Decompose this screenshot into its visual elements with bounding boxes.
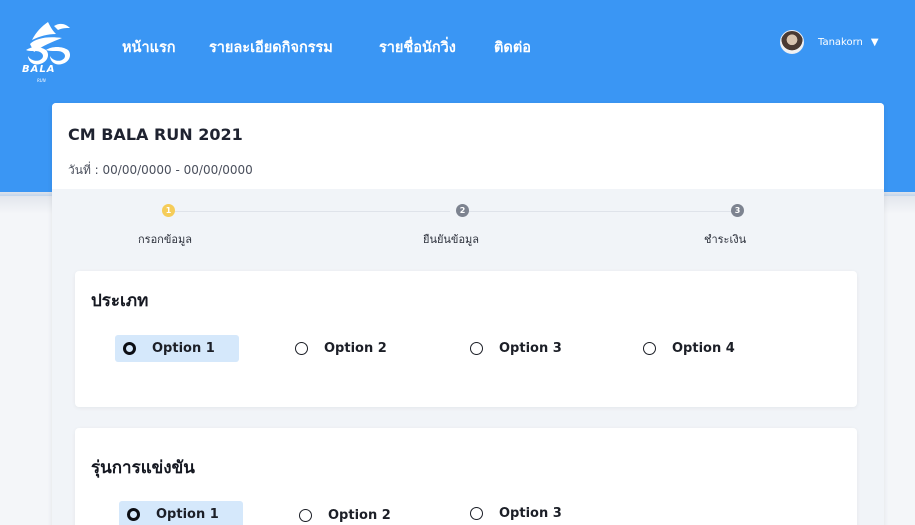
option-label: Option 3 [499,341,562,356]
nav-runner-list[interactable]: รายชื่อนักวิ่ง [379,36,456,59]
division-option-3[interactable]: Option 3 [462,500,570,525]
section-title: รุ่นการแข่งขัน [91,458,195,478]
step-3-label: ชำระเงิน [704,233,747,246]
option-label: Option 1 [156,507,219,522]
user-menu[interactable]: Tanakorn ▼ [780,30,879,54]
division-option-1[interactable]: Option 1 [119,501,243,525]
nav-event-details[interactable]: รายละเอียดกิจกรรม [209,36,333,59]
caret-down-icon[interactable]: ▼ [871,37,879,48]
step-2-label: ยืนยันข้อมูล [423,233,480,246]
radio-icon[interactable] [470,507,483,520]
category-option-4[interactable]: Option 4 [635,335,743,362]
event-header: CM BALA RUN 2021 วันที่ : 00/00/0000 - 0… [52,103,884,189]
category-option-1[interactable]: Option 1 [115,335,239,362]
category-option-3[interactable]: Option 3 [462,335,570,362]
section-title: ประเภท [91,291,149,311]
logo-text: BALA [22,64,56,75]
option-label: Option 2 [324,341,387,356]
division-option-2[interactable]: Option 2 [291,502,399,525]
option-label: Option 4 [672,341,735,356]
step-1-label: กรอกข้อมูล [138,233,192,246]
step-connector [170,211,450,212]
nav-contact[interactable]: ติดต่อ [494,36,531,59]
progress-stepper: 1 กรอกข้อมูล 2 ยืนยันข้อมูล 3 ชำระเงิน [52,203,884,253]
option-label: Option 2 [328,508,391,523]
radio-icon[interactable] [295,342,308,355]
nav-home[interactable]: หน้าแรก [122,36,176,59]
step-1-icon: 1 [162,204,175,217]
option-label: Option 3 [499,506,562,521]
bala-run-logo-icon[interactable] [18,16,78,86]
event-date: วันที่ : 00/00/0000 - 00/00/0000 [68,163,253,177]
radio-icon[interactable] [299,509,312,522]
division-section: รุ่นการแข่งขัน Option 1 Option 2 Option … [75,428,857,525]
radio-icon[interactable] [470,342,483,355]
user-name: Tanakorn [818,36,863,48]
category-section: ประเภท Option 1 Option 2 Option 3 Option… [75,271,857,407]
radio-checked-icon[interactable] [123,342,136,355]
step-2-icon: 2 [456,204,469,217]
category-option-2[interactable]: Option 2 [287,335,395,362]
event-title: CM BALA RUN 2021 [68,125,243,144]
step-3-icon: 3 [731,204,744,217]
logo-subtext: RUN [37,78,46,83]
avatar[interactable] [780,30,804,54]
radio-checked-icon[interactable] [127,508,140,521]
option-label: Option 1 [152,341,215,356]
radio-icon[interactable] [643,342,656,355]
step-connector [464,211,734,212]
